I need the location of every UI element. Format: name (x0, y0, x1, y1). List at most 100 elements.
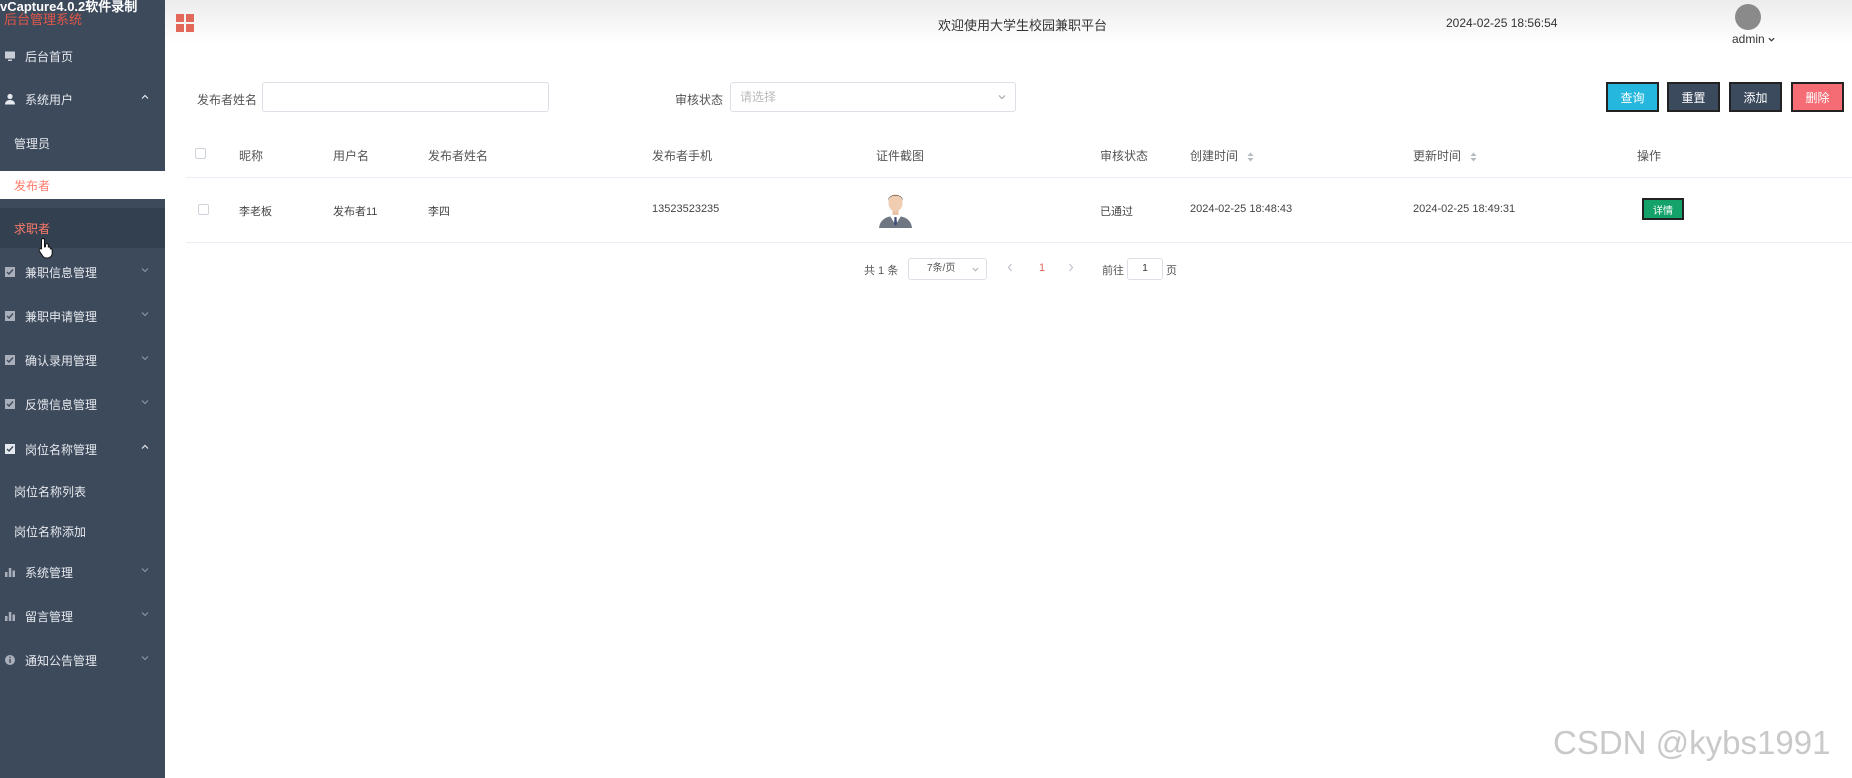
column-header-username: 用户名 (333, 149, 370, 163)
goto-page-input[interactable]: 1 (1127, 258, 1163, 280)
sidebar-subitem-publisher[interactable]: 发布者 (0, 166, 165, 204)
cell-publisher-name: 李四 (428, 206, 450, 218)
publisher-name-input[interactable] (272, 83, 552, 111)
publisher-name-label: 发布者姓名 (197, 93, 258, 107)
chevron-up-icon (141, 444, 149, 449)
monitor-icon (5, 51, 15, 61)
checkbox-icon (5, 311, 15, 321)
sidebar-item-label: 岗位名称添加 (14, 524, 87, 539)
sidebar-subitem-position-add[interactable]: 岗位名称添加 (0, 511, 165, 551)
sidebar-item-label: 反馈信息管理 (25, 397, 98, 412)
bar-chart-icon (5, 612, 15, 621)
pagination-total: 共 1 条 (864, 265, 899, 277)
chevron-down-icon (141, 400, 149, 405)
sidebar-item-label: 兼职申请管理 (25, 309, 98, 324)
user-icon (5, 93, 15, 105)
query-button[interactable]: 查询 (1606, 82, 1659, 112)
info-icon (5, 655, 15, 665)
chevron-down-icon (141, 656, 149, 661)
header-divider (186, 177, 1852, 178)
cell-created: 2024-02-25 18:48:43 (1190, 203, 1293, 215)
audit-status-select[interactable]: 请选择 (730, 82, 1016, 112)
column-header-label: 创建时间 (1190, 149, 1239, 163)
sidebar-item-notice-manage[interactable]: 通知公告管理 (0, 640, 165, 680)
page-size-value: 7条/页 (927, 263, 956, 274)
checkbox-icon (5, 267, 15, 277)
row-divider (186, 242, 1852, 243)
sidebar-item-message-manage[interactable]: 留言管理 (0, 596, 165, 636)
detail-button[interactable]: 详情 (1642, 198, 1684, 220)
column-header-updated[interactable]: 更新时间 (1413, 147, 1477, 164)
recording-overlay-text: vCapture4.0.2软件录制 (0, 0, 138, 14)
sidebar-item-label: 管理员 (14, 136, 51, 151)
bar-chart-icon (5, 568, 15, 577)
add-button[interactable]: 添加 (1729, 82, 1782, 112)
sidebar-item-label: 留言管理 (25, 609, 74, 624)
goto-label: 前往 (1102, 265, 1124, 277)
column-header-label: 更新时间 (1413, 149, 1462, 163)
sidebar-item-label: 后台首页 (25, 49, 74, 64)
checkbox-icon (5, 355, 15, 365)
current-datetime: 2024-02-25 18:56:54 (1446, 16, 1558, 30)
sidebar-item-confirm-hire[interactable]: 确认录用管理 (0, 340, 165, 380)
cell-nickname: 李老板 (239, 206, 272, 218)
chevron-down-icon (972, 267, 979, 272)
sidebar-item-feedback[interactable]: 反馈信息管理 (0, 384, 165, 424)
chevron-down-icon (141, 268, 149, 273)
checkbox-icon (5, 399, 15, 409)
sidebar-item-system-users[interactable]: 系统用户 (0, 79, 165, 119)
sidebar-item-home[interactable]: 后台首页 (0, 36, 165, 76)
sidebar-item-label: 兼职信息管理 (25, 265, 98, 280)
sidebar-item-label: 通知公告管理 (25, 653, 98, 668)
select-placeholder: 请选择 (740, 90, 777, 104)
chevron-down-icon (998, 95, 1006, 100)
page-number-current[interactable]: 1 (1039, 262, 1045, 274)
select-all-checkbox[interactable] (195, 148, 206, 159)
column-header-publisher-name: 发布者姓名 (428, 149, 489, 163)
column-header-audit-status: 审核状态 (1100, 149, 1149, 163)
audit-status-label: 审核状态 (675, 93, 724, 107)
column-header-created[interactable]: 创建时间 (1190, 147, 1254, 164)
cell-audit-status: 已通过 (1100, 206, 1133, 218)
sort-icon[interactable] (1470, 152, 1477, 162)
cell-username: 发布者11 (333, 206, 378, 218)
sidebar-item-label: 岗位名称管理 (25, 442, 98, 457)
sidebar-item-label: 系统管理 (25, 565, 74, 580)
sidebar-item-position-name[interactable]: 岗位名称管理 (0, 429, 165, 469)
chevron-up-icon (141, 94, 149, 99)
page-size-select[interactable]: 7条/页 (908, 258, 987, 280)
username: admin (1732, 32, 1765, 46)
cell-updated: 2024-02-25 18:49:31 (1413, 203, 1516, 215)
id-screenshot-thumbnail[interactable] (876, 188, 915, 228)
publisher-name-input-wrap (262, 82, 552, 112)
sort-icon[interactable] (1247, 152, 1254, 162)
row-checkbox[interactable] (198, 204, 209, 215)
chevron-down-icon (141, 312, 149, 317)
sidebar-item-part-time-apply[interactable]: 兼职申请管理 (0, 296, 165, 336)
sidebar-subitem-job-seeker[interactable]: 求职者 (0, 208, 165, 248)
sidebar-subitem-position-list[interactable]: 岗位名称列表 (0, 471, 165, 511)
grid-menu-icon[interactable] (176, 14, 194, 32)
column-header-actions: 操作 (1637, 149, 1662, 163)
column-header-publisher-phone: 发布者手机 (652, 149, 713, 163)
reset-button[interactable]: 重置 (1667, 82, 1720, 112)
next-page-icon[interactable] (1067, 263, 1075, 272)
checkbox-icon (5, 444, 15, 454)
chevron-down-icon (141, 356, 149, 361)
column-header-id-screenshot: 证件截图 (876, 149, 925, 163)
delete-button[interactable]: 删除 (1791, 82, 1844, 112)
sidebar-item-label: 岗位名称列表 (14, 484, 87, 499)
sidebar-item-system-manage[interactable]: 系统管理 (0, 552, 165, 592)
prev-page-icon[interactable] (1006, 263, 1014, 272)
column-header-nickname: 昵称 (239, 149, 264, 163)
page-suffix: 页 (1166, 265, 1177, 277)
sidebar-item-label: 系统用户 (25, 92, 74, 107)
sidebar-item-part-time-info[interactable]: 兼职信息管理 (0, 252, 165, 292)
watermark: CSDN @kybs1991 (1553, 724, 1831, 761)
chevron-down-icon (141, 612, 149, 617)
cell-phone: 13523523235 (652, 203, 720, 215)
user-menu[interactable]: admin (1732, 32, 1775, 46)
sidebar-item-label: 求职者 (14, 221, 51, 236)
sidebar-subitem-admins[interactable]: 管理员 (0, 123, 165, 163)
avatar[interactable] (1735, 4, 1761, 30)
